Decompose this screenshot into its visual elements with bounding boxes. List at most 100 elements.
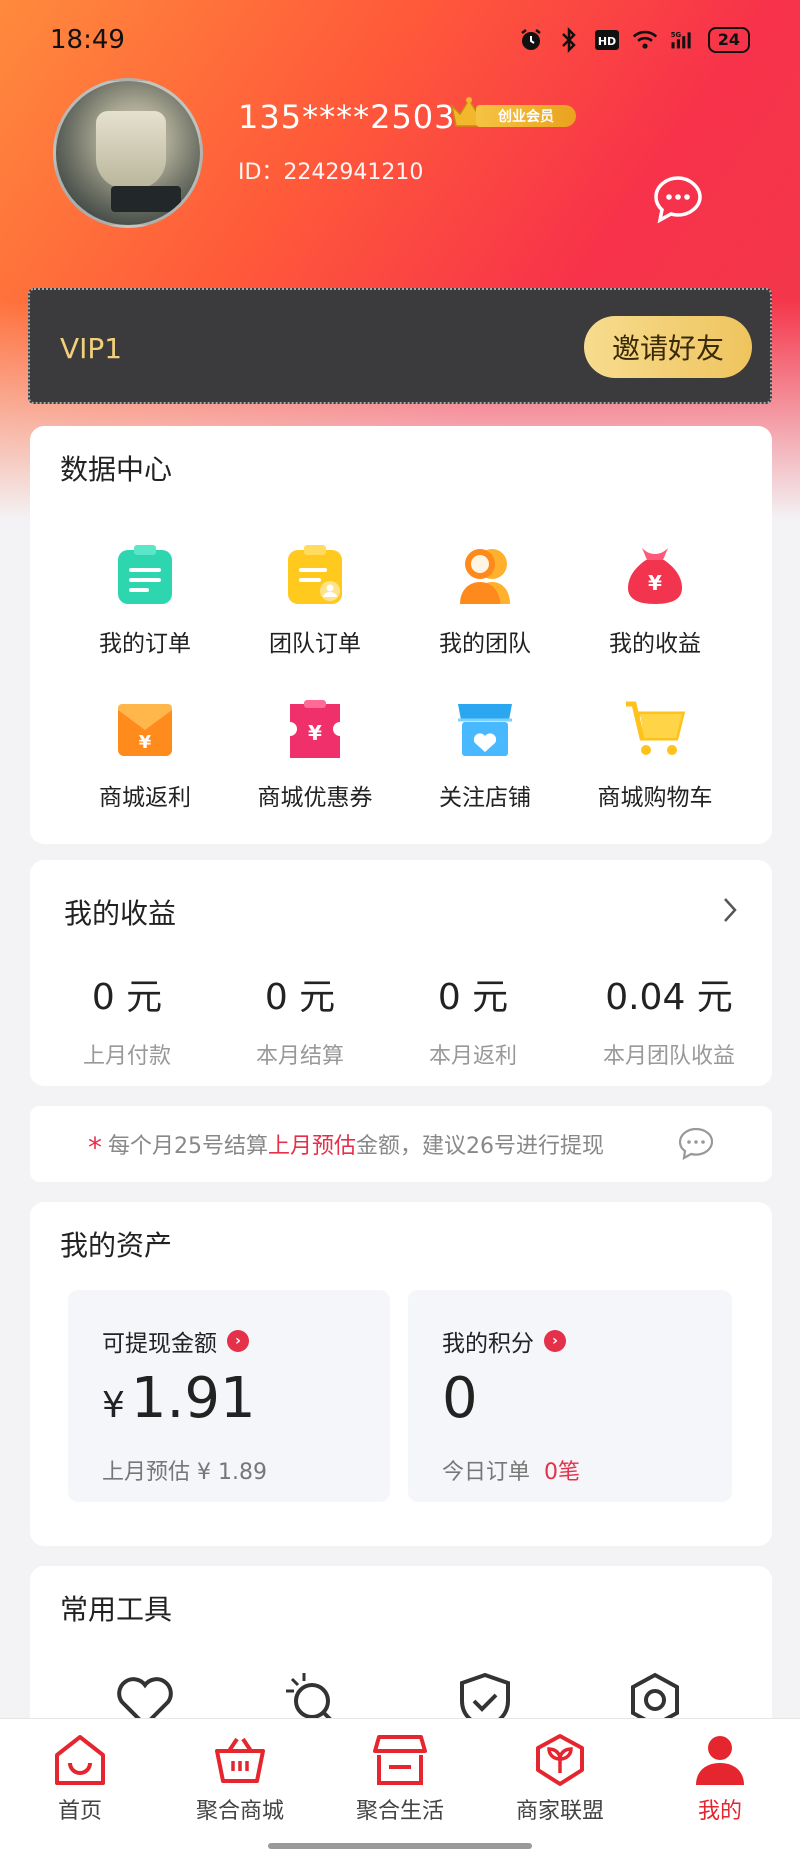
grid-item-shopping-cart[interactable]: 商城购物车	[570, 696, 740, 812]
assets-card: 我的资产 可提现金额 › ¥1.91 上月预估 ¥ 1.89 我的积分 › 0 …	[30, 1202, 772, 1546]
earnings-value: 0 元	[437, 977, 509, 1018]
points-box[interactable]: 我的积分 › 0 今日订单 0笔	[408, 1290, 732, 1502]
withdrawable-amount: ¥1.91	[102, 1366, 256, 1431]
grid-item-label: 我的订单	[99, 631, 191, 657]
grid-item-label: 团队订单	[269, 631, 361, 657]
vip-level: VIP1	[60, 332, 123, 365]
grid-item-my-orders[interactable]: 我的订单	[60, 542, 230, 658]
data-center-title: 数据中心	[60, 453, 173, 486]
svg-text:¥: ¥	[139, 732, 152, 753]
avatar[interactable]	[53, 78, 203, 228]
status-icons: HD 5G 24	[518, 27, 750, 53]
today-orders: 今日订单 0笔	[442, 1454, 580, 1486]
user-id: ID：2242941210	[238, 160, 424, 185]
tab-label: 我的	[697, 1799, 742, 1824]
earnings-this-month-team[interactable]: 0.04 元 本月团队收益	[586, 968, 752, 1070]
earnings-label: 本月团队收益	[602, 1044, 735, 1069]
alarm-icon	[518, 27, 544, 53]
grid-item-label: 我的收益	[609, 631, 701, 657]
tab-label: 聚合商城	[195, 1799, 284, 1824]
withdrawable-estimate: 上月预估 ¥ 1.89	[102, 1460, 267, 1485]
notice-highlight: 上月预估	[268, 1134, 357, 1159]
tab-label: 商家联盟	[515, 1799, 604, 1824]
grid-item-mall-rebate[interactable]: ¥ 商城返利	[60, 696, 230, 812]
cart-icon	[626, 701, 686, 755]
chat-bubble-icon[interactable]	[678, 1126, 714, 1160]
grid-item-label: 关注店铺	[439, 785, 531, 811]
grid-item-my-team[interactable]: 我的团队	[400, 542, 570, 658]
withdrawable-label: 可提现金额	[102, 1331, 217, 1357]
member-badge: 创业会员	[448, 96, 578, 128]
tab-merchant-alliance[interactable]: 商家联盟	[480, 1733, 640, 1825]
home-icon	[55, 1735, 105, 1785]
points-title: 我的积分 ›	[442, 1324, 566, 1358]
settlement-notice: * 每个月25号结算 上月预估 金额，建议26号进行提现	[30, 1106, 772, 1182]
notice-text-after: 金额，建议26号进行提现	[356, 1134, 605, 1159]
notice-text-before: 每个月25号结算	[108, 1134, 268, 1159]
withdrawable-value: 1.91	[130, 1366, 256, 1431]
arrow-circle-icon[interactable]: ›	[227, 1330, 249, 1352]
earnings-label: 本月结算	[255, 1044, 344, 1069]
leaf-shield-icon	[536, 1734, 584, 1786]
grid-item-followed-stores[interactable]: 关注店铺	[400, 696, 570, 812]
currency-symbol: ¥	[102, 1385, 125, 1426]
home-indicator[interactable]	[268, 1843, 532, 1849]
username: 135****2503	[238, 98, 456, 136]
team-icon	[460, 549, 510, 604]
earnings-this-month-settled[interactable]: 0 元 本月结算	[237, 968, 363, 1070]
svg-text:HD: HD	[598, 35, 616, 48]
tab-label: 聚合生活	[355, 1799, 444, 1824]
earnings-value: 0.04 元	[605, 977, 733, 1018]
grid-item-my-earnings[interactable]: ¥ 我的收益	[570, 542, 740, 658]
earnings-value: 0 元	[264, 977, 336, 1018]
earnings-this-month-rebate[interactable]: 0 元 本月返利	[410, 968, 536, 1070]
battery-indicator: 24	[707, 27, 750, 53]
grid-item-label: 商城优惠券	[257, 785, 373, 811]
points-label: 我的积分	[442, 1331, 534, 1357]
points-value: 0	[442, 1366, 478, 1431]
svg-text:¥: ¥	[648, 571, 662, 595]
hd-icon: HD	[594, 27, 620, 53]
tab-mall[interactable]: 聚合商城	[160, 1733, 320, 1825]
earnings-title: 我的收益	[64, 897, 177, 930]
today-orders-value: 0笔	[544, 1460, 581, 1485]
status-time: 18:49	[50, 25, 125, 55]
member-badge-label: 创业会员	[476, 105, 576, 127]
tab-mine[interactable]: 我的	[640, 1733, 800, 1825]
earnings-value: 0 元	[91, 977, 163, 1018]
earnings-card[interactable]: 我的收益 0 元 上月付款 0 元 本月结算 0 元 本月返利 0.04 元 本…	[30, 860, 772, 1086]
earnings-label: 上月付款	[82, 1044, 171, 1069]
tools-title: 常用工具	[60, 1593, 173, 1626]
basket-icon	[215, 1737, 265, 1783]
arrow-circle-icon[interactable]: ›	[544, 1330, 566, 1352]
money-bag-icon: ¥	[628, 548, 682, 604]
order-icon	[118, 545, 172, 604]
svg-text:¥: ¥	[308, 721, 322, 745]
notice-star: *	[88, 1130, 102, 1164]
tab-life[interactable]: 聚合生活	[320, 1733, 480, 1825]
grid-item-team-orders[interactable]: 团队订单	[230, 542, 400, 658]
data-center-row-2: ¥ 商城返利 ¥ 商城优惠券 关注店铺 商城购物车	[30, 696, 772, 812]
data-center-row-1: 我的订单 团队订单 我的团队 ¥ 我的收益	[30, 542, 772, 658]
earnings-last-month-payment[interactable]: 0 元 上月付款	[64, 968, 190, 1070]
data-center-card: 数据中心 我的订单 团队订单 我的团队 ¥ 我的收益 ¥ 商城返利 ¥ 商城优惠…	[30, 426, 772, 844]
store-follow-icon	[458, 704, 512, 756]
invite-friends-button[interactable]: 邀请好友	[584, 316, 752, 378]
rebate-envelope-icon: ¥	[118, 704, 172, 756]
withdrawable-title: 可提现金额 ›	[102, 1324, 249, 1358]
grid-item-mall-coupons[interactable]: ¥ 商城优惠券	[230, 696, 400, 812]
svg-text:5G: 5G	[670, 31, 681, 39]
tab-label: 首页	[57, 1799, 102, 1824]
vip-banner: VIP1 邀请好友	[28, 288, 772, 404]
earnings-label: 本月返利	[428, 1044, 517, 1069]
user-icon	[696, 1736, 744, 1785]
today-orders-label: 今日订单	[442, 1460, 531, 1485]
bluetooth-icon	[556, 27, 582, 53]
withdrawable-box[interactable]: 可提现金额 › ¥1.91 上月预估 ¥ 1.89	[68, 1290, 390, 1502]
message-icon[interactable]	[652, 174, 704, 226]
coupon-icon: ¥	[290, 700, 340, 758]
grid-item-label: 商城返利	[99, 785, 191, 811]
chevron-right-icon[interactable]	[722, 896, 738, 924]
tab-home[interactable]: 首页	[0, 1733, 160, 1825]
wifi-icon	[632, 27, 658, 53]
